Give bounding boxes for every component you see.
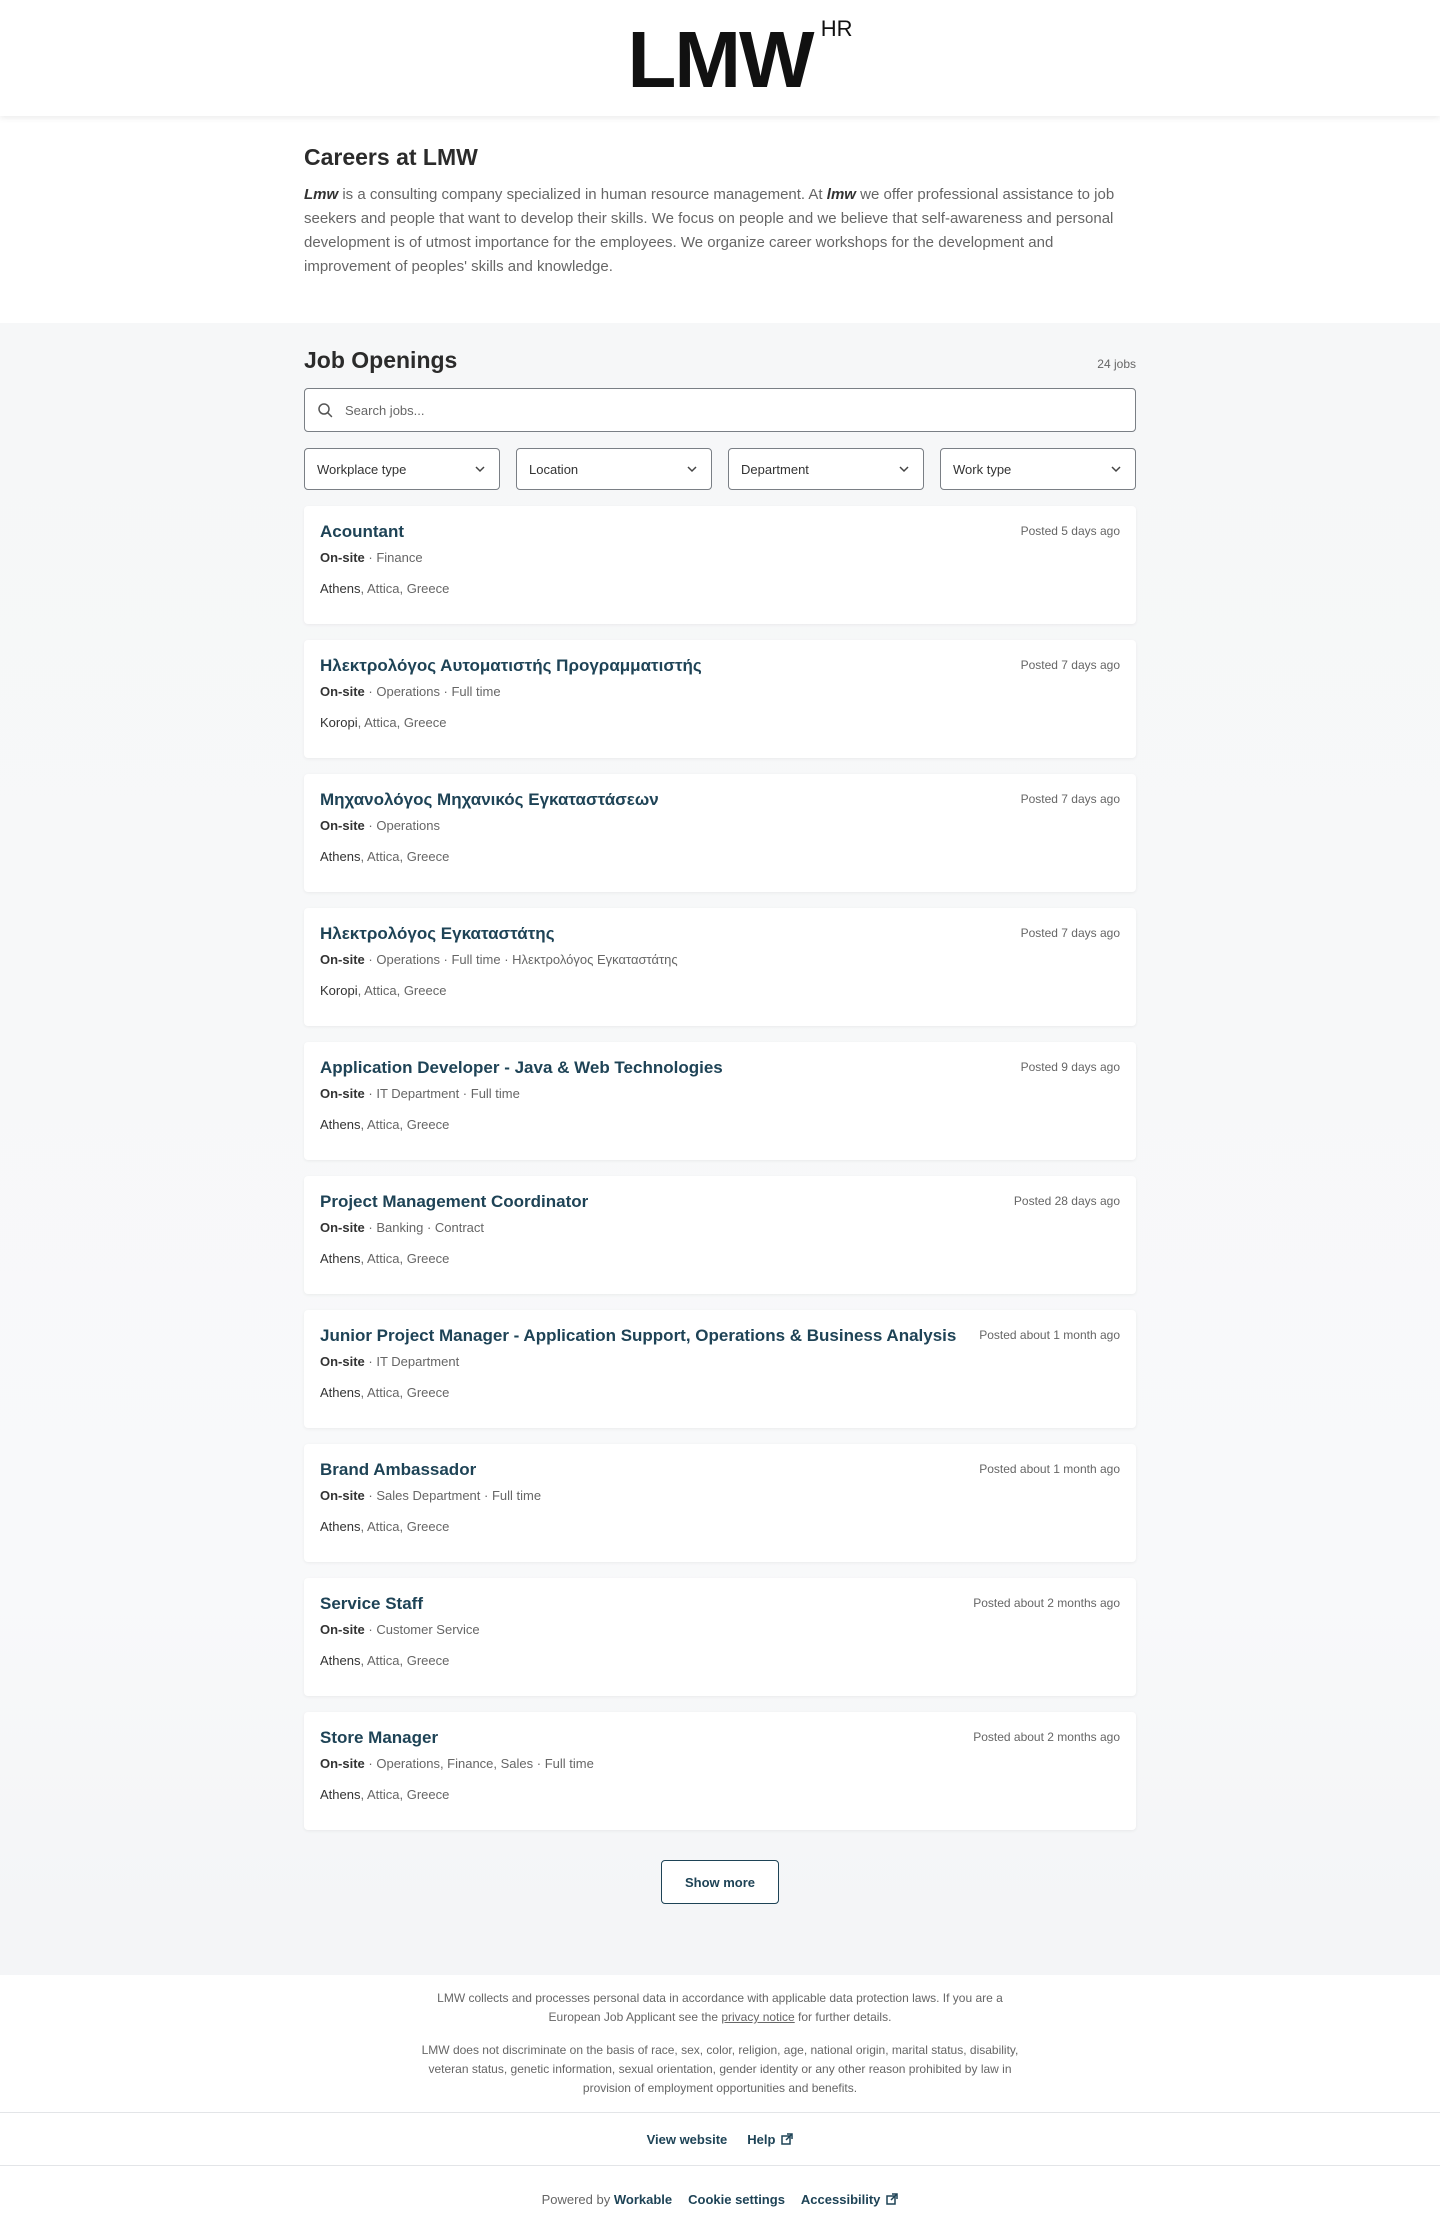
job-meta: On-site · Sales Department · Full time [320, 1488, 542, 1503]
help-link[interactable]: Help [747, 2132, 794, 2147]
job-title-link[interactable]: Ηλεκτρολόγος Αυτοματιστής Προγραμματιστή… [320, 656, 1120, 676]
footer-bottom: Powered by Workable Cookie settings Acce… [0, 2166, 1440, 2232]
job-card[interactable]: Junior Project Manager - Application Sup… [304, 1310, 1136, 1428]
job-meta: On-site · IT Department [320, 1354, 460, 1369]
filter-department[interactable]: Department [728, 448, 924, 490]
openings-title: Job Openings [304, 347, 458, 373]
job-title-link[interactable]: Project Management Coordinator [320, 1192, 1120, 1212]
job-location: Athens, Attica, Greece [320, 581, 450, 596]
job-title-link[interactable]: Application Developer - Java & Web Techn… [320, 1058, 1120, 1078]
job-title-link[interactable]: Ηλεκτρολόγος Εγκαταστάτης [320, 924, 1120, 944]
cookie-settings-link[interactable]: Cookie settings [688, 2192, 785, 2207]
job-card[interactable]: Ηλεκτρολόγος Εγκαταστάτης Posted 7 days … [304, 908, 1136, 1026]
job-title-link[interactable]: Acountant [320, 522, 1120, 542]
powered-by: Powered by Workable [541, 2191, 673, 2207]
filter-location[interactable]: Location [516, 448, 712, 490]
filter-work-type[interactable]: Work type [940, 448, 1136, 490]
chevron-down-icon [687, 466, 697, 473]
job-card[interactable]: Acountant Posted 5 days ago On-site · Fi… [304, 506, 1136, 624]
job-meta: On-site · IT Department · Full time [320, 1086, 520, 1101]
footer-links: View website Help [0, 2112, 1440, 2166]
privacy-statement: LMW collects and processes personal data… [437, 1991, 1003, 2024]
job-card[interactable]: Application Developer - Java & Web Techn… [304, 1042, 1136, 1160]
job-card[interactable]: Ηλεκτρολόγος Αυτοματιστής Προγραμματιστή… [304, 640, 1136, 758]
non-discrimination-statement: LMW does not discriminate on the basis o… [421, 2043, 1019, 2095]
job-location: Athens, Attica, Greece [320, 1653, 450, 1668]
job-card[interactable]: Store Manager Posted about 2 months ago … [304, 1712, 1136, 1830]
external-link-icon [886, 2193, 899, 2205]
job-posted-date: Posted about 1 month ago [979, 1328, 1120, 1342]
job-card[interactable]: Service Staff Posted about 2 months ago … [304, 1578, 1136, 1696]
privacy-notice-link[interactable]: privacy notice [721, 2010, 794, 2024]
intro-section: Careers at LMW Lmw is a consulting compa… [0, 116, 1440, 323]
job-location: Athens, Attica, Greece [320, 849, 450, 864]
job-openings-section: Job Openings 24 jobs Workplace type Loca… [0, 323, 1440, 1913]
job-meta: On-site · Operations · Full time [320, 684, 501, 699]
workable-link[interactable]: Workable [614, 2192, 672, 2207]
job-title-link[interactable]: Μηχανολόγος Μηχανικός Εγκαταστάσεων [320, 790, 1120, 810]
job-list: Acountant Posted 5 days ago On-site · Fi… [304, 506, 1136, 1830]
external-link-icon [781, 2133, 794, 2145]
filter-workplace-type[interactable]: Workplace type [304, 448, 500, 490]
job-posted-date: Posted 7 days ago [1020, 792, 1120, 806]
filter-bar: Workplace type Location Department Work … [304, 448, 1136, 490]
job-meta: On-site · Banking · Contract [320, 1220, 485, 1235]
job-meta: On-site · Operations [320, 818, 440, 833]
site-header: LMW HR [0, 0, 1440, 116]
logo-text: LMW [627, 15, 814, 104]
job-location: Athens, Attica, Greece [320, 1251, 450, 1266]
chevron-down-icon [1111, 466, 1121, 473]
job-location: Athens, Attica, Greece [320, 1787, 450, 1802]
section-spacer [0, 1913, 1440, 1975]
job-card[interactable]: Μηχανολόγος Μηχανικός Εγκαταστάσεων Post… [304, 774, 1136, 892]
brand-emphasis: lmw [826, 186, 856, 203]
job-posted-date: Posted about 2 months ago [973, 1596, 1120, 1610]
site-footer: LMW collects and processes personal data… [0, 1975, 1440, 2232]
legal-notice: LMW collects and processes personal data… [0, 1975, 1440, 2098]
job-posted-date: Posted 7 days ago [1020, 658, 1120, 672]
page-title: Careers at LMW [304, 144, 478, 170]
show-more-container: Show more [304, 1846, 1136, 1904]
jobs-count: 24 jobs [1097, 357, 1136, 371]
job-posted-date: Posted 5 days ago [1020, 524, 1120, 538]
job-card[interactable]: Project Management Coordinator Posted 28… [304, 1176, 1136, 1294]
job-location: Athens, Attica, Greece [320, 1385, 450, 1400]
job-meta: On-site · Finance [320, 550, 423, 565]
accessibility-link[interactable]: Accessibility [801, 2192, 899, 2207]
job-location: Athens, Attica, Greece [320, 1519, 450, 1534]
job-location: Koropi, Attica, Greece [320, 715, 447, 730]
chevron-down-icon [475, 466, 485, 473]
chevron-down-icon [899, 466, 909, 473]
logo-superscript: HR [820, 16, 853, 41]
company-logo[interactable]: LMW HR [627, 18, 852, 100]
search-box[interactable] [304, 388, 1136, 432]
job-posted-date: Posted 9 days ago [1020, 1060, 1120, 1074]
job-posted-date: Posted about 1 month ago [979, 1462, 1120, 1476]
job-card[interactable]: Brand Ambassador Posted about 1 month ag… [304, 1444, 1136, 1562]
company-description: Lmw is a consulting company specialized … [304, 186, 1115, 275]
job-location: Athens, Attica, Greece [320, 1117, 450, 1132]
show-more-button[interactable]: Show more [661, 1860, 779, 1904]
job-posted-date: Posted about 2 months ago [973, 1730, 1120, 1744]
job-posted-date: Posted 28 days ago [1013, 1194, 1120, 1208]
search-input[interactable] [345, 402, 1123, 418]
job-location: Koropi, Attica, Greece [320, 983, 447, 998]
view-website-link[interactable]: View website [647, 2132, 728, 2147]
brand-emphasis: Lmw [304, 186, 339, 203]
job-meta: On-site · Operations · Full time · Ηλεκτ… [320, 952, 678, 967]
job-meta: On-site · Customer Service [320, 1622, 480, 1637]
job-posted-date: Posted 7 days ago [1020, 926, 1120, 940]
openings-header: Job Openings 24 jobs [304, 347, 1136, 374]
job-meta: On-site · Operations, Finance, Sales · F… [320, 1756, 594, 1771]
search-icon [318, 403, 333, 418]
